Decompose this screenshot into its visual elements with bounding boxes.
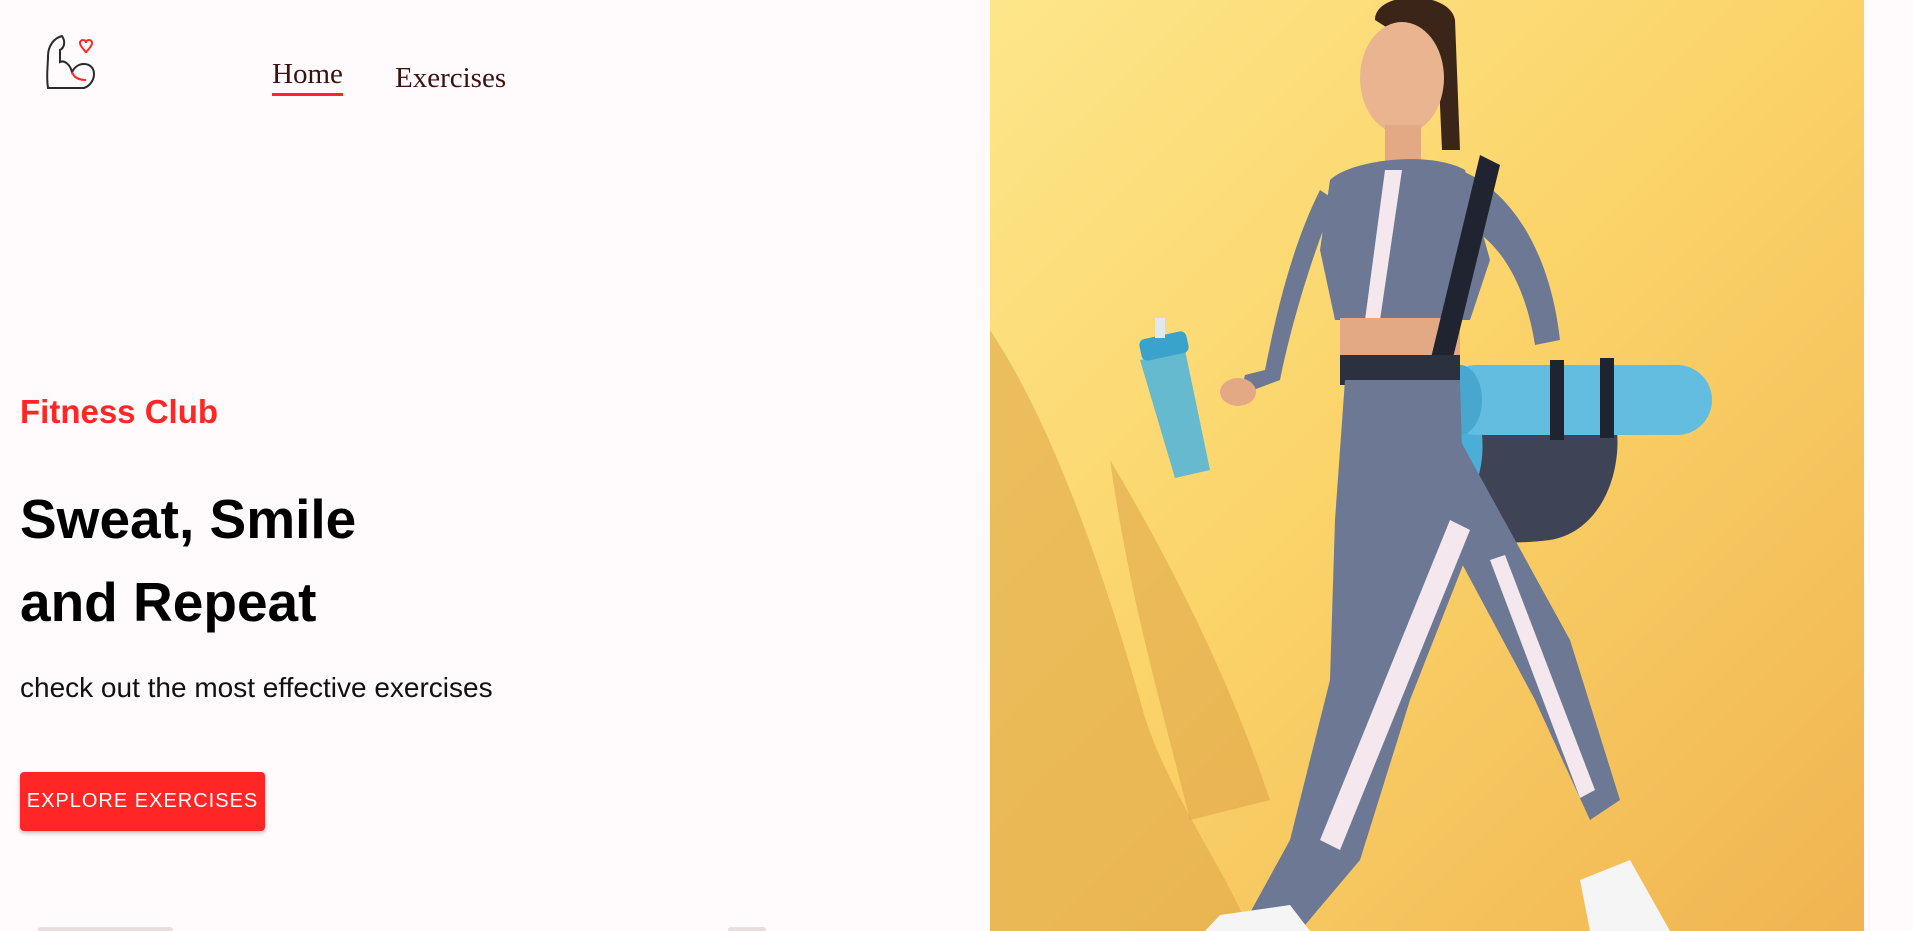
hero-section: Fitness Club Sweat, Smile and Repeat che… (20, 0, 920, 931)
hero-banner-image (990, 0, 1864, 931)
explore-exercises-button[interactable]: EXPLORE EXERCISES (20, 772, 265, 831)
page: Home Exercises Fitness Club Sweat, Smile… (0, 0, 1913, 931)
scroll-peek-card-right (728, 927, 766, 931)
hero-headline-line1: Sweat, Smile (20, 488, 357, 550)
hero-subtitle: check out the most effective exercises (20, 672, 493, 703)
scroll-peek-card-left (38, 927, 173, 931)
hero-headline: Sweat, Smile and Repeat (20, 478, 356, 644)
hero-headline-line2: and Repeat (20, 571, 317, 633)
hero-eyebrow: Fitness Club (20, 393, 219, 430)
